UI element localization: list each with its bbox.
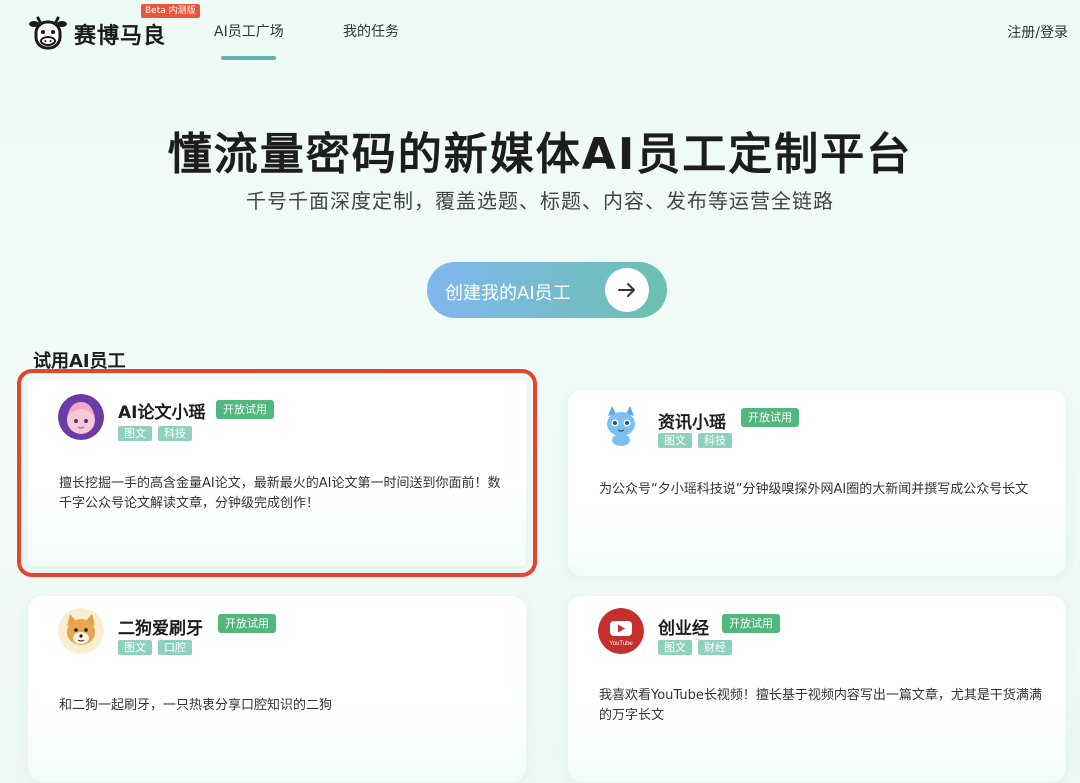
brand-name: 赛博马良 xyxy=(74,24,167,49)
agent-card-ai-paper[interactable]: AI论文小瑶 开放试用 图文 科技 擅长挖掘一手的高含金量AI论文，最新最火的A… xyxy=(17,369,537,577)
open-trial-badge: 开放试用 xyxy=(722,614,780,633)
shiba-dog-avatar-icon xyxy=(58,608,104,654)
section-title: 试用AI员工 xyxy=(33,351,126,372)
hero-title: 懂流量密码的新媒体AI员工定制平台 xyxy=(167,129,913,180)
tag-list: 图文 口腔 xyxy=(118,640,192,655)
agent-name: AI论文小瑶 xyxy=(118,403,206,423)
tag: 口腔 xyxy=(158,640,192,655)
agent-description: 和二狗一起刷牙，一只热衷分享口腔知识的二狗 xyxy=(59,698,333,713)
top-header: 赛博马良 Beta 内测版 AI员工广场 我的任务 注册/登录 xyxy=(0,0,1080,64)
anime-girl-avatar-icon xyxy=(58,394,104,440)
hero-subtitle: 千号千面深度定制，覆盖选题、标题、内容、发布等运营全链路 xyxy=(246,189,834,213)
youtube-avatar-text: YouTube xyxy=(609,641,633,647)
register-login-link[interactable]: 注册/登录 xyxy=(1007,22,1068,42)
agent-name: 资讯小瑶 xyxy=(658,413,726,433)
open-trial-badge: 开放试用 xyxy=(218,614,276,633)
tag: 图文 xyxy=(118,426,152,441)
open-trial-badge: 开放试用 xyxy=(216,400,274,419)
cow-logo-icon xyxy=(29,16,67,50)
tag-list: 图文 科技 xyxy=(658,433,732,448)
agent-card-news[interactable]: 资讯小瑶 开放试用 图文 科技 为公众号“夕小瑶科技说”分钟级嗅探外网AI圈的大… xyxy=(568,390,1066,576)
tag: 图文 xyxy=(658,433,692,448)
tag-list: 图文 科技 xyxy=(118,426,192,441)
agent-description: 为公众号“夕小瑶科技说”分钟级嗅探外网AI圈的大新闻并撰写成公众号长文 xyxy=(599,482,1029,497)
tag: 图文 xyxy=(658,640,692,655)
agent-name: 创业经 xyxy=(658,619,709,639)
agent-card-erdog[interactable]: 二狗爱刷牙 开放试用 图文 口腔 和二狗一起刷牙，一只热衷分享口腔知识的二狗 xyxy=(28,596,526,782)
create-button-label: 创建我的AI员工 xyxy=(445,283,571,304)
agent-card-startup[interactable]: YouTube 创业经 开放试用 图文 财经 我喜欢看YouTube长视频！擅长… xyxy=(568,596,1066,782)
agent-name: 二狗爱刷牙 xyxy=(118,619,203,639)
blue-dragon-avatar-icon xyxy=(598,402,644,448)
nav-active-indicator xyxy=(221,56,276,60)
create-ai-employee-button[interactable]: 创建我的AI员工 xyxy=(427,262,667,318)
tag: 科技 xyxy=(698,433,732,448)
tag-list: 图文 财经 xyxy=(658,640,732,655)
beta-badge: Beta 内测版 xyxy=(141,4,200,18)
nav-my-tasks[interactable]: 我的任务 xyxy=(343,21,399,41)
arrow-right-icon xyxy=(605,268,649,312)
youtube-avatar-icon: YouTube xyxy=(598,608,644,654)
tag: 科技 xyxy=(158,426,192,441)
agent-description: 我喜欢看YouTube长视频！擅长基于视频内容写出一篇文章，尤其是干货满满的万字… xyxy=(599,688,1042,723)
open-trial-badge: 开放试用 xyxy=(741,408,799,427)
agent-description: 擅长挖掘一手的高含金量AI论文，最新最火的AI论文第一时间送到你面前！数千字公众… xyxy=(59,476,501,511)
logo[interactable]: 赛博马良 Beta 内测版 xyxy=(28,4,200,54)
nav-ai-employee-plaza[interactable]: AI员工广场 xyxy=(214,21,284,41)
tag: 财经 xyxy=(698,640,732,655)
tag: 图文 xyxy=(118,640,152,655)
